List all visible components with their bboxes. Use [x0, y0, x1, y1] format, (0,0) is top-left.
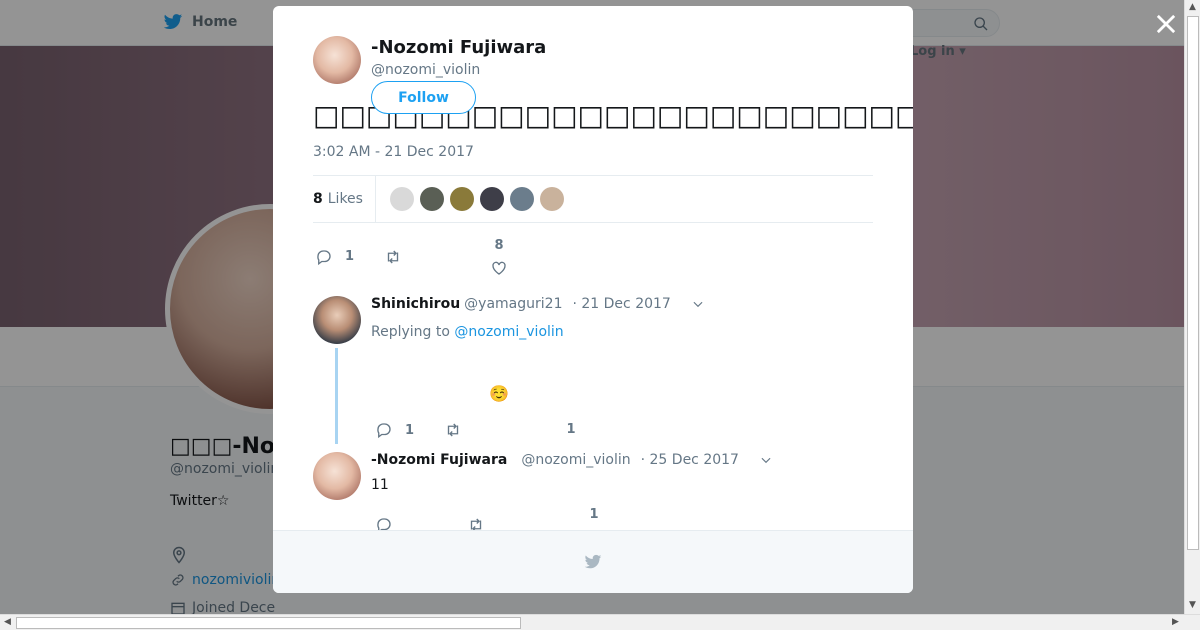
reply-icon	[317, 249, 331, 265]
reply-tweet[interactable]: Shinichirou @yamaguri21 · 21 Dec 2017 Re…	[313, 296, 873, 446]
liker-avatar[interactable]	[389, 187, 414, 211]
liker-avatar[interactable]	[419, 187, 444, 211]
like-button[interactable]: 1	[562, 422, 580, 442]
reply-button[interactable]: 1	[315, 248, 354, 266]
horizontal-scrollbar[interactable]: ◀ ▶	[0, 614, 1200, 630]
modal-footer	[273, 530, 913, 593]
reply-button[interactable]: 1	[375, 421, 414, 439]
scroll-left-arrow[interactable]: ◀	[4, 617, 11, 627]
liker-avatars	[389, 187, 564, 211]
retweet-button[interactable]	[384, 248, 414, 266]
chevron-down-icon[interactable]	[691, 297, 705, 311]
reply-author-name[interactable]: -Nozomi Fujiwara	[371, 452, 507, 468]
heart-icon	[492, 261, 506, 275]
replying-to: Replying to @nozomi_violin	[371, 324, 564, 340]
reply-author-handle[interactable]: @nozomi_violin	[521, 452, 630, 468]
reply-author-handle[interactable]: @yamaguri21	[464, 296, 562, 312]
retweet-button[interactable]	[444, 421, 474, 439]
twitter-bird-icon	[584, 554, 602, 569]
scroll-down-arrow[interactable]: ▼	[1189, 600, 1196, 610]
likes-number: 8	[313, 191, 323, 207]
retweet-icon	[387, 250, 399, 263]
liker-avatar[interactable]	[509, 187, 534, 211]
reply-header: -Nozomi Fujiwara @nozomi_violin · 25 Dec…	[371, 452, 773, 468]
liker-avatar[interactable]	[539, 187, 564, 211]
scroll-right-arrow[interactable]: ▶	[1172, 617, 1179, 627]
reply-avatar[interactable]	[313, 296, 361, 344]
replying-to-link[interactable]: @nozomi_violin	[454, 324, 563, 340]
vertical-scroll-thumb[interactable]	[1187, 16, 1199, 550]
thread-line	[335, 348, 338, 444]
reply-date[interactable]: · 21 Dec 2017	[572, 296, 670, 312]
scroll-up-arrow[interactable]: ▲	[1189, 2, 1196, 12]
likes-label: Likes	[327, 191, 363, 207]
like-count: 8	[494, 238, 504, 253]
reply-icon	[377, 423, 391, 439]
vertical-scrollbar[interactable]: ▲ ▼	[1184, 0, 1200, 614]
reply-count: 1	[405, 422, 415, 438]
like-button[interactable]: 8	[490, 238, 508, 277]
tweet-modal: -Nozomi Fujiwara @nozomi_violin □□□□□□□□…	[273, 6, 913, 593]
reply-text: ☺️	[489, 384, 509, 403]
reply-date[interactable]: · 25 Dec 2017	[641, 452, 739, 468]
replying-prefix: Replying to	[371, 324, 450, 340]
liker-avatar[interactable]	[449, 187, 474, 211]
horizontal-scroll-thumb[interactable]	[16, 617, 521, 629]
like-count: 1	[566, 422, 576, 437]
reply-avatar[interactable]	[313, 452, 361, 500]
close-icon[interactable]	[1152, 10, 1180, 38]
reply-header: Shinichirou @yamaguri21 · 21 Dec 2017	[371, 296, 705, 312]
reply-author-name[interactable]: Shinichirou	[371, 296, 460, 312]
author-handle[interactable]: @nozomi_violin	[371, 62, 480, 78]
reply-actions: 1 1	[375, 418, 580, 442]
author-avatar[interactable]	[313, 36, 361, 84]
tweet-stats: 8 Likes	[313, 175, 873, 223]
reply-text: 11	[371, 477, 389, 493]
author-name[interactable]: -Nozomi Fujiwara	[371, 37, 546, 58]
tweet-timestamp[interactable]: 3:02 AM - 21 Dec 2017	[313, 144, 474, 160]
retweet-icon	[447, 423, 459, 437]
chevron-down-icon[interactable]	[759, 453, 773, 467]
like-count: 1	[589, 507, 599, 522]
liker-avatar[interactable]	[479, 187, 504, 211]
follow-button[interactable]: Follow	[371, 81, 476, 114]
tweet-actions: 1 8	[315, 236, 508, 277]
reply-count: 1	[345, 249, 355, 264]
likes-count[interactable]: 8 Likes	[313, 175, 376, 223]
